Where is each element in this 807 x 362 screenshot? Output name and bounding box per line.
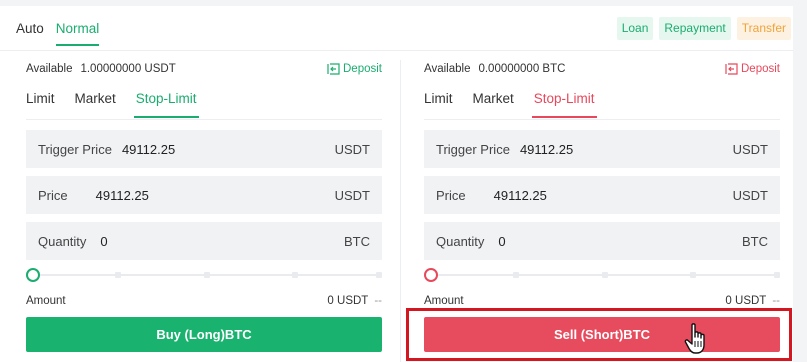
slider-mark-25[interactable] <box>513 272 519 278</box>
tab-underline <box>424 119 780 120</box>
amount-extra: -- <box>772 295 780 307</box>
price-value: 49112.25 <box>95 187 149 203</box>
deposit-link[interactable]: Deposit <box>327 63 382 75</box>
quantity-unit: BTC <box>742 233 768 249</box>
sell-short-button[interactable]: Sell (Short)BTC <box>424 317 780 352</box>
amount-value: 0 USDT <box>327 295 369 307</box>
quantity-value: 0 <box>498 233 506 249</box>
available-row: Available 0.00000000 BTC Deposit <box>424 60 780 78</box>
quantity-slider[interactable] <box>424 264 780 286</box>
quantity-label: Quantity <box>436 233 485 249</box>
repayment-button[interactable]: Repayment <box>659 17 731 40</box>
buy-panel: Available 1.00000000 USDT Deposit Limit … <box>26 60 382 352</box>
available-label: Available <box>424 63 471 75</box>
margin-trade-panel: Auto Normal Loan Repayment Transfer Avai… <box>0 0 807 362</box>
trigger-price-unit: USDT <box>334 141 370 157</box>
tab-underline <box>26 119 382 120</box>
trigger-price-field[interactable]: Trigger Price 49112.25 USDT <box>26 130 382 168</box>
header-divider <box>0 50 793 51</box>
header-buttons: Loan Repayment Transfer <box>616 17 791 40</box>
loan-button[interactable]: Loan <box>616 17 654 40</box>
amount-value: 0 USDT <box>725 295 767 307</box>
amount-extra: -- <box>374 295 382 307</box>
buy-long-button[interactable]: Buy (Long)BTC <box>26 317 382 352</box>
slider-mark-50[interactable] <box>602 272 608 278</box>
trigger-price-value: 49112.25 <box>121 141 176 157</box>
price-value: 49112.25 <box>493 187 547 203</box>
slider-mark-25[interactable] <box>115 272 121 278</box>
slider-handle[interactable] <box>26 268 40 282</box>
tab-stop-limit[interactable]: Stop-Limit <box>531 90 597 118</box>
quantity-unit: BTC <box>344 233 370 249</box>
panel-divider <box>400 60 401 362</box>
deposit-label: Deposit <box>343 63 382 75</box>
tab-limit[interactable]: Limit <box>424 90 453 118</box>
slider-mark-75[interactable] <box>690 272 696 278</box>
quantity-field[interactable]: Quantity 0 BTC <box>26 222 382 260</box>
trigger-price-label: Trigger Price <box>38 141 112 157</box>
deposit-icon <box>327 63 340 75</box>
transfer-button[interactable]: Transfer <box>736 17 791 40</box>
tab-market[interactable]: Market <box>75 90 116 118</box>
available-row: Available 1.00000000 USDT Deposit <box>26 60 382 78</box>
price-label: Price <box>38 187 68 203</box>
slider-mark-75[interactable] <box>292 272 298 278</box>
deposit-icon <box>725 63 738 75</box>
tab-stop-limit[interactable]: Stop-Limit <box>133 90 199 118</box>
top-divider <box>0 0 807 6</box>
tab-limit[interactable]: Limit <box>26 90 55 118</box>
mode-tabs: Auto Normal <box>16 20 99 48</box>
mode-tab-normal[interactable]: Normal <box>55 20 99 46</box>
price-field[interactable]: Price 49112.25 USDT <box>26 176 382 214</box>
amount-label: Amount <box>26 295 66 307</box>
order-type-tabs: Limit Market Stop-Limit <box>26 90 382 120</box>
trigger-price-field[interactable]: Trigger Price 49112.25 USDT <box>424 130 780 168</box>
available-value: 1.00000000 USDT <box>80 63 176 75</box>
available-label: Available <box>26 63 73 75</box>
slider-handle[interactable] <box>424 268 438 282</box>
price-unit: USDT <box>334 187 370 203</box>
slider-mark-50[interactable] <box>204 272 210 278</box>
quantity-label: Quantity <box>38 233 87 249</box>
right-edge <box>793 0 807 362</box>
price-unit: USDT <box>732 187 768 203</box>
quantity-field[interactable]: Quantity 0 BTC <box>424 222 780 260</box>
quantity-value: 0 <box>100 233 108 249</box>
available-value: 0.00000000 BTC <box>478 63 566 75</box>
slider-mark-100[interactable] <box>376 272 382 278</box>
slider-mark-100[interactable] <box>774 272 780 278</box>
sell-panel: Available 0.00000000 BTC Deposit Limit M… <box>424 60 780 352</box>
deposit-label: Deposit <box>741 63 780 75</box>
deposit-link[interactable]: Deposit <box>725 63 780 75</box>
trigger-price-value: 49112.25 <box>519 141 574 157</box>
price-field[interactable]: Price 49112.25 USDT <box>424 176 780 214</box>
amount-row: Amount 0 USDT -- <box>26 292 382 310</box>
price-label: Price <box>436 187 466 203</box>
order-type-tabs: Limit Market Stop-Limit <box>424 90 780 120</box>
quantity-slider[interactable] <box>26 264 382 286</box>
trigger-price-label: Trigger Price <box>436 141 510 157</box>
amount-label: Amount <box>424 295 464 307</box>
amount-row: Amount 0 USDT -- <box>424 292 780 310</box>
mode-tab-auto[interactable]: Auto <box>16 20 44 46</box>
trigger-price-unit: USDT <box>732 141 768 157</box>
tab-market[interactable]: Market <box>473 90 514 118</box>
